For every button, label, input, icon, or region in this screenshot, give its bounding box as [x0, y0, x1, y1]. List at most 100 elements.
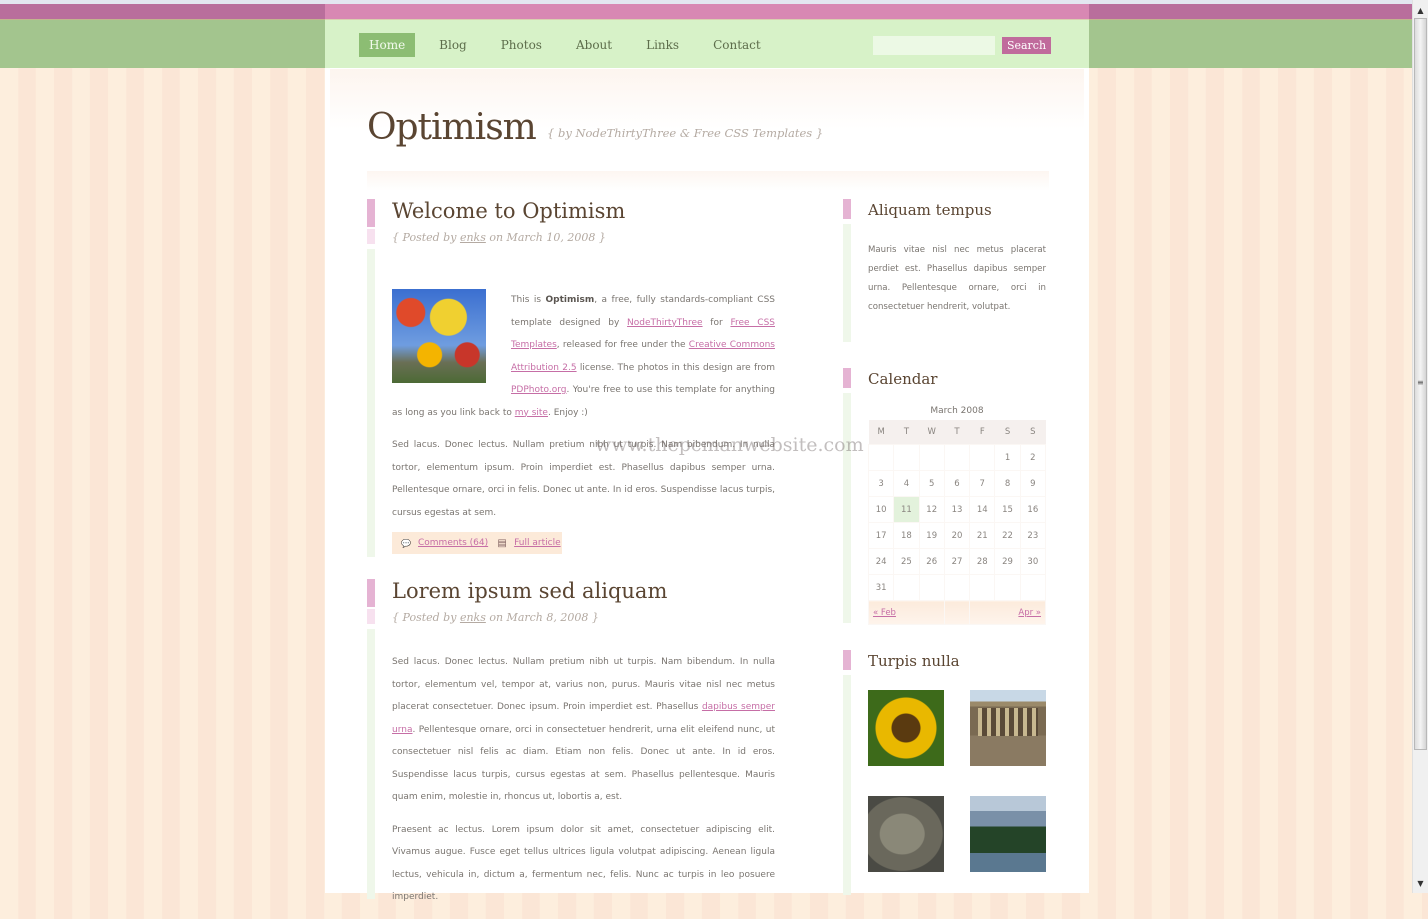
- sunflower-photo[interactable]: [868, 690, 944, 766]
- header-pink-band-center: [325, 4, 1089, 19]
- my-site-link[interactable]: my site: [515, 408, 548, 418]
- scrollbar-thumb[interactable]: ≡: [1414, 18, 1427, 750]
- mountain-lake-photo[interactable]: [970, 796, 1046, 872]
- calendar-day[interactable]: 6: [943, 470, 971, 497]
- pdphoto-link[interactable]: PDPhoto.org: [511, 385, 567, 395]
- calendar-day[interactable]: 13: [943, 496, 971, 523]
- sidebar-heading: Aliquam tempus: [868, 201, 992, 219]
- calendar-day[interactable]: 1: [994, 444, 1021, 471]
- calendar-day[interactable]: 29: [994, 548, 1021, 575]
- grip-icon: ≡: [1417, 378, 1424, 387]
- post-meta: { Posted by enks on March 10, 2008 }: [392, 231, 606, 244]
- scroll-down-arrow-icon[interactable]: ▼: [1413, 877, 1428, 891]
- sidebar-heading: Turpis nulla: [868, 652, 960, 670]
- calendar-day[interactable]: 20: [943, 522, 971, 549]
- calendar-day[interactable]: 10: [867, 496, 895, 523]
- author-link[interactable]: enks: [460, 231, 486, 244]
- comments-link[interactable]: Comments (64): [418, 538, 488, 548]
- watermark: www.thepcmanwebsite.com: [595, 434, 864, 456]
- sidebar-calendar: Calendar March 2008 MTWTFSS 1 2 3 4 5 6 7 8 9 10 1…: [843, 368, 1049, 628]
- sidebar-accent-bar-green: [843, 224, 851, 342]
- calendar-spacer: [943, 600, 971, 625]
- calendar-empty-cell: [943, 444, 971, 471]
- calendar-day[interactable]: 11: [893, 496, 920, 523]
- text: for: [702, 317, 731, 328]
- calendar-day[interactable]: 31: [867, 574, 895, 601]
- sidebar-aliquam: Aliquam tempus Mauris vitae nisl nec met…: [843, 199, 1049, 349]
- sidebar-accent-bar-green: [843, 675, 851, 895]
- nodethirtythree-link[interactable]: NodeThirtyThree: [627, 318, 703, 328]
- meta-date: on March 10, 2008 }: [485, 231, 606, 244]
- author-link[interactable]: enks: [460, 611, 486, 624]
- site-title[interactable]: Optimism: [367, 107, 537, 148]
- calendar-day[interactable]: 24: [867, 548, 895, 575]
- sidebar-accent-bar: [843, 368, 851, 388]
- page-container: Home Blog Photos About Links Contact Sea…: [325, 19, 1089, 902]
- search-button[interactable]: Search: [1002, 37, 1051, 54]
- nav-item-blog[interactable]: Blog: [429, 33, 477, 57]
- calendar-prev-link[interactable]: « Feb: [873, 608, 896, 618]
- calendar-table: March 2008 MTWTFSS 1 2 3 4 5 6 7 8 9 10 11 12 13 14 15…: [867, 406, 1047, 625]
- sidebar-heading: Calendar: [868, 370, 938, 388]
- calendar-caption: March 2008: [930, 406, 984, 416]
- calendar-day[interactable]: 30: [1019, 548, 1047, 575]
- calendar-day[interactable]: 14: [969, 496, 996, 523]
- calendar-day[interactable]: 7: [969, 470, 996, 497]
- sidebar-accent-bar: [843, 199, 851, 219]
- calendar-day[interactable]: 22: [994, 522, 1021, 549]
- vertical-scrollbar[interactable]: ▲ ≡ ▼: [1412, 0, 1428, 893]
- nav-item-links[interactable]: Links: [636, 33, 689, 57]
- calendar-next-link[interactable]: Apr »: [1018, 608, 1041, 618]
- calendar-day[interactable]: 16: [1019, 496, 1047, 523]
- calendar-day[interactable]: 15: [994, 496, 1021, 523]
- post-accent-bar-light: [367, 229, 375, 244]
- calendar-day[interactable]: 28: [969, 548, 996, 575]
- site-tagline: { by NodeThirtyThree & Free CSS Template…: [547, 126, 824, 140]
- calendar-day[interactable]: 5: [918, 470, 945, 497]
- meta-prefix: { Posted by: [392, 611, 460, 624]
- calendar-day-header: T: [893, 420, 920, 445]
- calendar-week-row: 12: [867, 444, 1047, 471]
- text: , released for free under the: [556, 340, 689, 350]
- calendar-empty-cell: [893, 574, 920, 601]
- text: . Pellentesque ornare, orci in consectet…: [392, 724, 775, 803]
- calendar-empty-cell: [1019, 574, 1047, 601]
- calendar-header-row: MTWTFSS: [868, 420, 1046, 445]
- museum-photo[interactable]: [970, 690, 1046, 766]
- calendar-day[interactable]: 12: [918, 496, 945, 523]
- nav-item-contact[interactable]: Contact: [703, 33, 771, 57]
- stone-face-photo[interactable]: [868, 796, 944, 872]
- calendar-day[interactable]: 21: [969, 522, 996, 549]
- calendar-day[interactable]: 9: [1019, 470, 1047, 497]
- calendar-day-header: S: [994, 420, 1021, 445]
- calendar-day[interactable]: 27: [943, 548, 971, 575]
- post-accent-bar-green: [367, 629, 375, 899]
- calendar-day[interactable]: 3: [867, 470, 895, 497]
- calendar-day[interactable]: 19: [918, 522, 945, 549]
- post-accent-bar: [367, 579, 375, 607]
- post-title[interactable]: Lorem ipsum sed aliquam: [392, 579, 667, 603]
- calendar-day[interactable]: 23: [1019, 522, 1047, 549]
- post-body: Sed lacus. Donec lectus. Nullam pretium …: [392, 651, 775, 919]
- calendar-day[interactable]: 17: [867, 522, 895, 549]
- calendar-day[interactable]: 26: [918, 548, 945, 575]
- nav-item-about[interactable]: About: [566, 33, 622, 57]
- calendar-empty-cell: [893, 444, 920, 471]
- brand-name: Optimism: [545, 295, 595, 305]
- text: . Enjoy :): [547, 407, 588, 418]
- calendar-prev-cell: « Feb: [868, 600, 945, 625]
- article-icon: ▤: [497, 537, 507, 549]
- calendar-day[interactable]: 8: [994, 470, 1021, 497]
- search-input[interactable]: [873, 36, 995, 55]
- calendar-day[interactable]: 18: [893, 522, 920, 549]
- calendar-day[interactable]: 2: [1019, 444, 1047, 471]
- calendar-week-row: 31: [867, 574, 1047, 601]
- scroll-up-arrow-icon[interactable]: ▲: [1413, 4, 1428, 18]
- calendar-day[interactable]: 4: [893, 470, 920, 497]
- post-title[interactable]: Welcome to Optimism: [392, 199, 625, 223]
- calendar-day[interactable]: 25: [893, 548, 920, 575]
- nav-item-home[interactable]: Home: [359, 33, 416, 57]
- nav-item-photos[interactable]: Photos: [491, 33, 552, 57]
- full-article-link[interactable]: Full article: [514, 538, 560, 548]
- calendar-body: 1 2 3 4 5 6 7 8 9 10 11 12 13 14 15 16 17 18 19 20 21 22 23 24 2…: [867, 444, 1047, 601]
